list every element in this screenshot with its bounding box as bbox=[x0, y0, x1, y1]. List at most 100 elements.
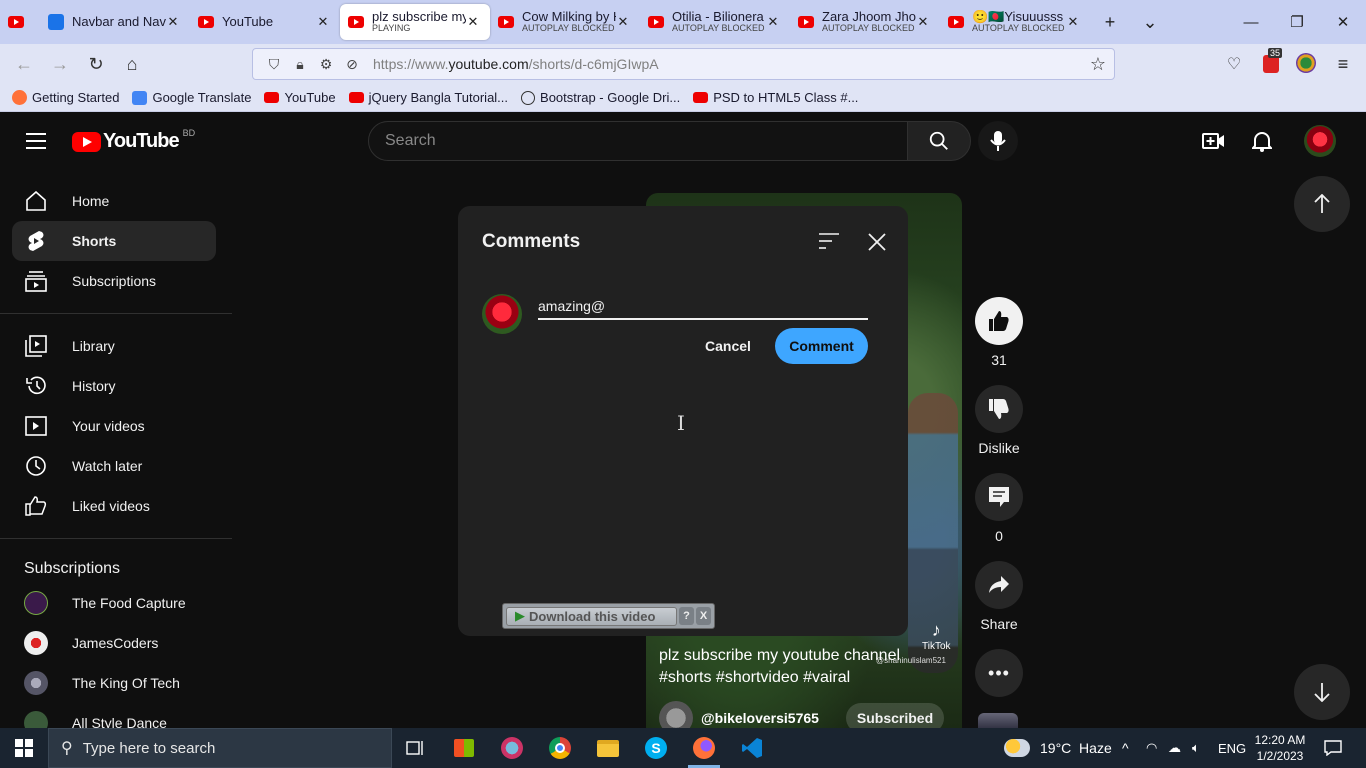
share-action[interactable]: Share bbox=[975, 561, 1023, 632]
bookmark-youtube[interactable]: YouTube bbox=[264, 90, 336, 105]
comments-button[interactable] bbox=[975, 473, 1023, 521]
menu-icon[interactable]: ≡ bbox=[1332, 52, 1354, 76]
bookmark-google-translate[interactable]: Google Translate bbox=[132, 90, 251, 105]
close-tab-icon[interactable]: ✕ bbox=[316, 14, 330, 30]
next-short-thumbnail[interactable] bbox=[978, 713, 1018, 728]
reload-icon[interactable]: ↻ bbox=[78, 48, 114, 80]
hamburger-menu-icon[interactable] bbox=[26, 133, 46, 149]
autoplay-blocked-icon[interactable]: ⊘ bbox=[339, 56, 365, 73]
shield-icon[interactable]: ⛉ bbox=[261, 56, 287, 73]
new-tab-icon[interactable]: + bbox=[1090, 4, 1130, 40]
bookmark-psd-html[interactable]: PSD to HTML5 Class #... bbox=[693, 90, 858, 105]
subscription-item[interactable]: The King Of Tech bbox=[24, 663, 180, 703]
task-view-icon[interactable] bbox=[392, 728, 440, 768]
network-icon[interactable]: ◠ bbox=[1146, 728, 1157, 768]
download-help-button[interactable]: ? bbox=[679, 607, 694, 625]
close-icon[interactable] bbox=[866, 231, 888, 253]
previous-short-button[interactable] bbox=[1294, 176, 1350, 232]
search-input[interactable]: Search bbox=[368, 121, 908, 161]
url-bar[interactable]: ⛉ 🔒︎ ⚙ ⊘ https://www.youtube.com/shorts/… bbox=[252, 48, 1115, 80]
extension-globe-icon[interactable] bbox=[1296, 53, 1316, 73]
tab-navbar[interactable]: Navbar and Nav ✕ bbox=[40, 4, 190, 40]
channel-name[interactable]: @bikeloversi5765 bbox=[701, 710, 819, 726]
start-button[interactable] bbox=[0, 728, 48, 768]
file-explorer-icon[interactable] bbox=[584, 728, 632, 768]
tab-active-short[interactable]: plz subscribe my yPLAYING ✕ bbox=[340, 4, 490, 40]
clock[interactable]: 12:20 AM 1/2/2023 bbox=[1248, 732, 1312, 764]
subscription-item[interactable]: JamesCoders bbox=[24, 623, 158, 663]
download-close-button[interactable]: X bbox=[696, 607, 711, 625]
tab-youtube[interactable]: YouTube ✕ bbox=[190, 4, 340, 40]
vscode-icon[interactable] bbox=[728, 728, 776, 768]
notifications-bell-icon[interactable] bbox=[1250, 129, 1274, 153]
volume-icon[interactable]: 🔈︎ bbox=[1192, 728, 1200, 768]
sidebar-item-watch-later[interactable]: Watch later bbox=[12, 446, 216, 486]
sidebar-item-your-videos[interactable]: Your videos bbox=[12, 406, 216, 446]
caption-hashtags[interactable]: #shorts #shortvideo #vairal bbox=[659, 667, 959, 689]
close-tab-icon[interactable]: ✕ bbox=[616, 14, 630, 30]
forward-arrow-icon[interactable]: → bbox=[42, 48, 78, 80]
comments-action[interactable]: 0 bbox=[975, 473, 1023, 544]
home-icon[interactable]: ⌂ bbox=[114, 48, 150, 80]
dislike-button[interactable] bbox=[975, 385, 1023, 433]
more-options-icon[interactable]: ••• bbox=[975, 649, 1023, 697]
download-video-button[interactable]: ▶ Download this video bbox=[506, 606, 677, 626]
extension-adblock-icon[interactable]: 35 bbox=[1260, 48, 1284, 76]
dislike-action[interactable]: Dislike bbox=[975, 385, 1023, 456]
create-video-icon[interactable] bbox=[1202, 129, 1226, 153]
sidebar-item-shorts[interactable]: Shorts bbox=[12, 221, 216, 261]
show-hidden-icons-chevron-icon[interactable]: ^ bbox=[1122, 728, 1129, 768]
weather-widget[interactable]: 19°C Haze bbox=[1004, 728, 1112, 768]
url-text[interactable]: https://www.youtube.com/shorts/d-c6mjGIw… bbox=[373, 56, 659, 72]
youtube-logo[interactable]: YouTube BD bbox=[72, 128, 195, 153]
permissions-icon[interactable]: ⚙ bbox=[313, 56, 339, 73]
tab-otilia[interactable]: Otilia - Bilionera (AUTOPLAY BLOCKED ✕ bbox=[640, 4, 790, 40]
sidebar-item-library[interactable]: Library bbox=[12, 326, 216, 366]
tab-yisuuusss[interactable]: 🙂🇧🇩Yisuuusss - AUTOPLAY BLOCKED ✕ bbox=[940, 4, 1090, 40]
account-avatar[interactable] bbox=[1304, 125, 1336, 157]
chrome-icon[interactable] bbox=[536, 728, 584, 768]
restore-icon[interactable]: ❐ bbox=[1274, 0, 1320, 44]
window-close-icon[interactable]: ✕ bbox=[1320, 0, 1366, 44]
voice-search-button[interactable] bbox=[978, 121, 1018, 161]
sidebar-item-subscriptions[interactable]: Subscriptions bbox=[12, 261, 216, 301]
firefox-icon[interactable] bbox=[680, 728, 728, 768]
pocket-icon[interactable]: ♡ bbox=[1222, 52, 1246, 76]
close-tab-icon[interactable]: ✕ bbox=[766, 14, 780, 30]
sidebar-item-history[interactable]: History bbox=[12, 366, 216, 406]
next-short-button[interactable] bbox=[1294, 664, 1350, 720]
close-tab-icon[interactable]: ✕ bbox=[916, 14, 930, 30]
cancel-button[interactable]: Cancel bbox=[694, 328, 762, 364]
sort-icon[interactable] bbox=[818, 232, 840, 250]
back-arrow-icon[interactable]: ← bbox=[6, 48, 42, 80]
tab-youtube-pinned[interactable] bbox=[0, 4, 40, 40]
minimize-icon[interactable]: — bbox=[1228, 0, 1274, 44]
close-tab-icon[interactable]: ✕ bbox=[466, 14, 480, 30]
close-tab-icon[interactable]: ✕ bbox=[1066, 14, 1080, 30]
like-button[interactable] bbox=[975, 297, 1023, 345]
bookmark-star-icon[interactable]: ☆ bbox=[1090, 54, 1106, 75]
user-app-icon[interactable] bbox=[488, 728, 536, 768]
comment-submit-button[interactable]: Comment bbox=[775, 328, 868, 364]
sidebar-item-liked-videos[interactable]: Liked videos bbox=[12, 486, 216, 526]
language-indicator[interactable]: ENG bbox=[1218, 728, 1246, 768]
tab-zara-jhoom[interactable]: Zara Jhoom JhoomAUTOPLAY BLOCKED ✕ bbox=[790, 4, 940, 40]
microsoft-store-icon[interactable] bbox=[440, 728, 488, 768]
comment-input[interactable] bbox=[538, 294, 868, 320]
more-action[interactable]: ••• bbox=[975, 649, 1023, 697]
subscription-item[interactable]: The Food Capture bbox=[24, 583, 186, 623]
bookmark-jquery[interactable]: jQuery Bangla Tutorial... bbox=[348, 90, 508, 105]
share-button[interactable] bbox=[975, 561, 1023, 609]
like-action[interactable]: 31 bbox=[975, 297, 1023, 368]
skype-icon[interactable]: S bbox=[632, 728, 680, 768]
search-button[interactable] bbox=[907, 121, 971, 161]
taskbar-search[interactable]: ⚲ Type here to search bbox=[48, 728, 392, 768]
lock-icon[interactable]: 🔒︎ bbox=[287, 56, 313, 73]
bookmark-bootstrap[interactable]: Bootstrap - Google Dri... bbox=[521, 90, 680, 105]
onedrive-cloud-icon[interactable]: ☁ bbox=[1168, 728, 1181, 768]
notifications-icon[interactable] bbox=[1324, 728, 1342, 768]
close-tab-icon[interactable]: ✕ bbox=[166, 14, 180, 30]
sidebar-item-home[interactable]: Home bbox=[12, 181, 216, 221]
tab-list-chevron-icon[interactable]: ⌄ bbox=[1130, 4, 1170, 40]
tab-cow-milking[interactable]: Cow Milking by H AUTOPLAY BLOCKED ✕ bbox=[490, 4, 640, 40]
